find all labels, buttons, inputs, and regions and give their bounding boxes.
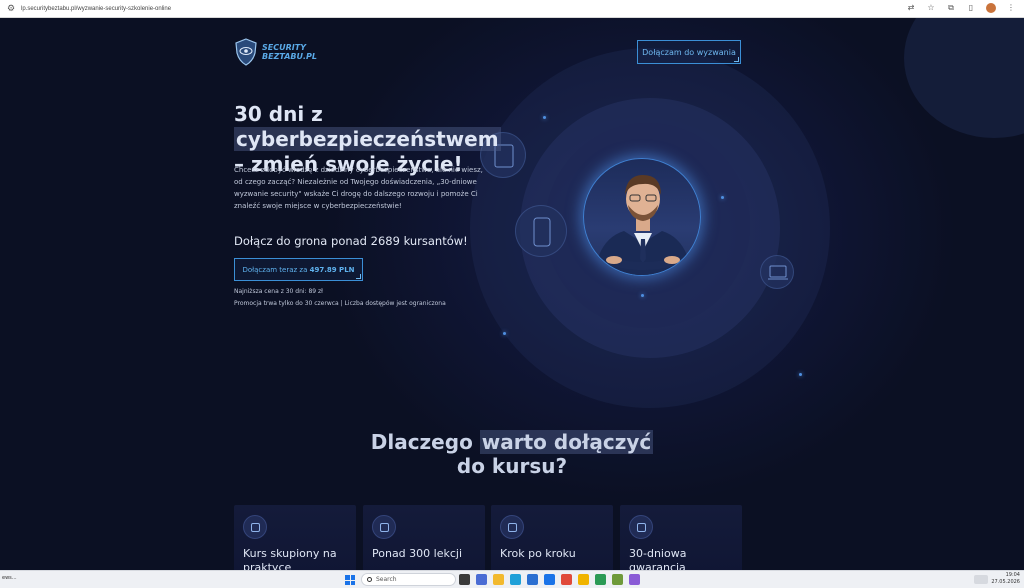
profile-avatar[interactable] [986, 3, 996, 13]
join-challenge-label: Dołączam do wyzwania [642, 47, 736, 57]
logo-text: SECURITY BEZTABU.PL [262, 43, 317, 61]
why-title-part1: Dlaczego [370, 430, 480, 454]
search-icon [367, 577, 372, 582]
clock-time: 19:04 [1005, 572, 1020, 578]
corner-arrow-icon [734, 57, 739, 62]
feature-card-label: Kurs skupiony na praktyce [243, 547, 337, 570]
feature-card: Ponad 300 lekcji [363, 505, 485, 570]
bookmark-star-icon[interactable]: ☆ [926, 3, 936, 13]
edge-browser-icon[interactable] [510, 574, 521, 585]
feature-card-label: Krok po kroku [500, 547, 576, 560]
decor-dot [503, 332, 506, 335]
app-icon[interactable] [612, 574, 623, 585]
shield-eye-icon [235, 38, 257, 66]
join-challenge-button[interactable]: Dołączam do wyzwania [637, 40, 741, 64]
app-icon[interactable] [527, 574, 538, 585]
sidebar-icon[interactable]: ▯ [966, 3, 976, 13]
chrome-icon[interactable] [578, 574, 589, 585]
app-icon[interactable] [595, 574, 606, 585]
file-explorer-icon[interactable] [493, 574, 504, 585]
floating-laptop-icon [760, 255, 794, 289]
app-icon[interactable] [544, 574, 555, 585]
decor-dot [641, 294, 644, 297]
join-now-price: 497.89 PLN [309, 265, 355, 274]
extensions-icon[interactable]: ⧉ [946, 3, 956, 13]
chrome-icon[interactable] [561, 574, 572, 585]
hero-subtitle: Dołącz do grona ponad 2689 kursantów! [234, 234, 468, 248]
taskbar-apps [459, 574, 640, 585]
taskbar-clock[interactable]: 19:04 27.05.2026 [991, 572, 1020, 586]
background-glow [904, 18, 1024, 138]
corner-arrow-icon [356, 274, 361, 279]
app-icon[interactable] [629, 574, 640, 585]
instructor-portrait [583, 158, 701, 276]
promo-note: Promocja trwa tylko do 30 czerwca | Licz… [234, 300, 446, 307]
hero-title-part1: 30 dni z [234, 102, 323, 126]
guarantee-icon [629, 515, 653, 539]
why-join-title: Dlaczego warto dołączyć do kursu? [312, 430, 712, 478]
feature-card: 30-dniowa gwarancja [620, 505, 742, 570]
why-title-part2: do kursu? [456, 454, 568, 478]
feature-card: Kurs skupiony na praktyce [234, 505, 356, 570]
feature-card-label: Ponad 300 lekcji [372, 547, 463, 560]
task-view-icon[interactable] [459, 574, 470, 585]
app-icon[interactable] [476, 574, 487, 585]
browser-toolbar: ⚙ lp.securitybeztabu.pl/wyzwanie-securit… [0, 0, 1024, 18]
taskbar-widget-text[interactable]: ews... [2, 575, 17, 581]
site-logo[interactable]: SECURITY BEZTABU.PL [234, 38, 317, 66]
lowest-price-note: Najniższa cena z 30 dni: 89 zł [234, 288, 323, 295]
join-now-button[interactable]: Dołączam teraz za 497.89 PLN [234, 258, 363, 281]
floating-phone-icon [515, 205, 567, 257]
taskbar-search[interactable]: Search [361, 573, 456, 586]
logo-line-1: SECURITY [262, 43, 306, 52]
translate-icon[interactable]: ⇄ [906, 3, 916, 13]
feature-card: Krok po kroku [491, 505, 613, 570]
hero-description: Chcesz zdobyć wiedzę z dziedziny cyberbe… [234, 166, 483, 210]
why-title-highlight: warto dołączyć [479, 430, 654, 454]
landing-page: SECURITY BEZTABU.PL Dołączam do wyzwania… [0, 18, 1024, 570]
clock-date: 27.05.2026 [991, 579, 1020, 585]
decor-dot [543, 116, 546, 119]
logo-line-2: BEZTABU.PL [262, 52, 317, 61]
start-button[interactable] [345, 575, 355, 585]
hero-title-highlight: cyberbezpieczeństwem [234, 127, 501, 151]
decor-dot [799, 373, 802, 376]
taskbar-search-placeholder: Search [376, 576, 397, 583]
os-taskbar: ews... Search 19:04 27.05.2026 [0, 570, 1024, 588]
decor-dot [721, 196, 724, 199]
book-icon [243, 515, 267, 539]
steps-icon [500, 515, 524, 539]
menu-kebab-icon[interactable]: ⋮ [1006, 3, 1016, 13]
feature-card-label: 30-dniowa gwarancja [629, 547, 687, 570]
browser-actions: ⇄ ☆ ⧉ ▯ ⋮ [906, 3, 1016, 13]
lessons-icon [372, 515, 396, 539]
join-now-label: Dołączam teraz za [242, 265, 308, 274]
address-bar[interactable]: lp.securitybeztabu.pl/wyzwanie-security-… [21, 6, 171, 12]
site-info-icon[interactable]: ⚙ [5, 3, 17, 15]
system-tray[interactable] [974, 575, 988, 584]
